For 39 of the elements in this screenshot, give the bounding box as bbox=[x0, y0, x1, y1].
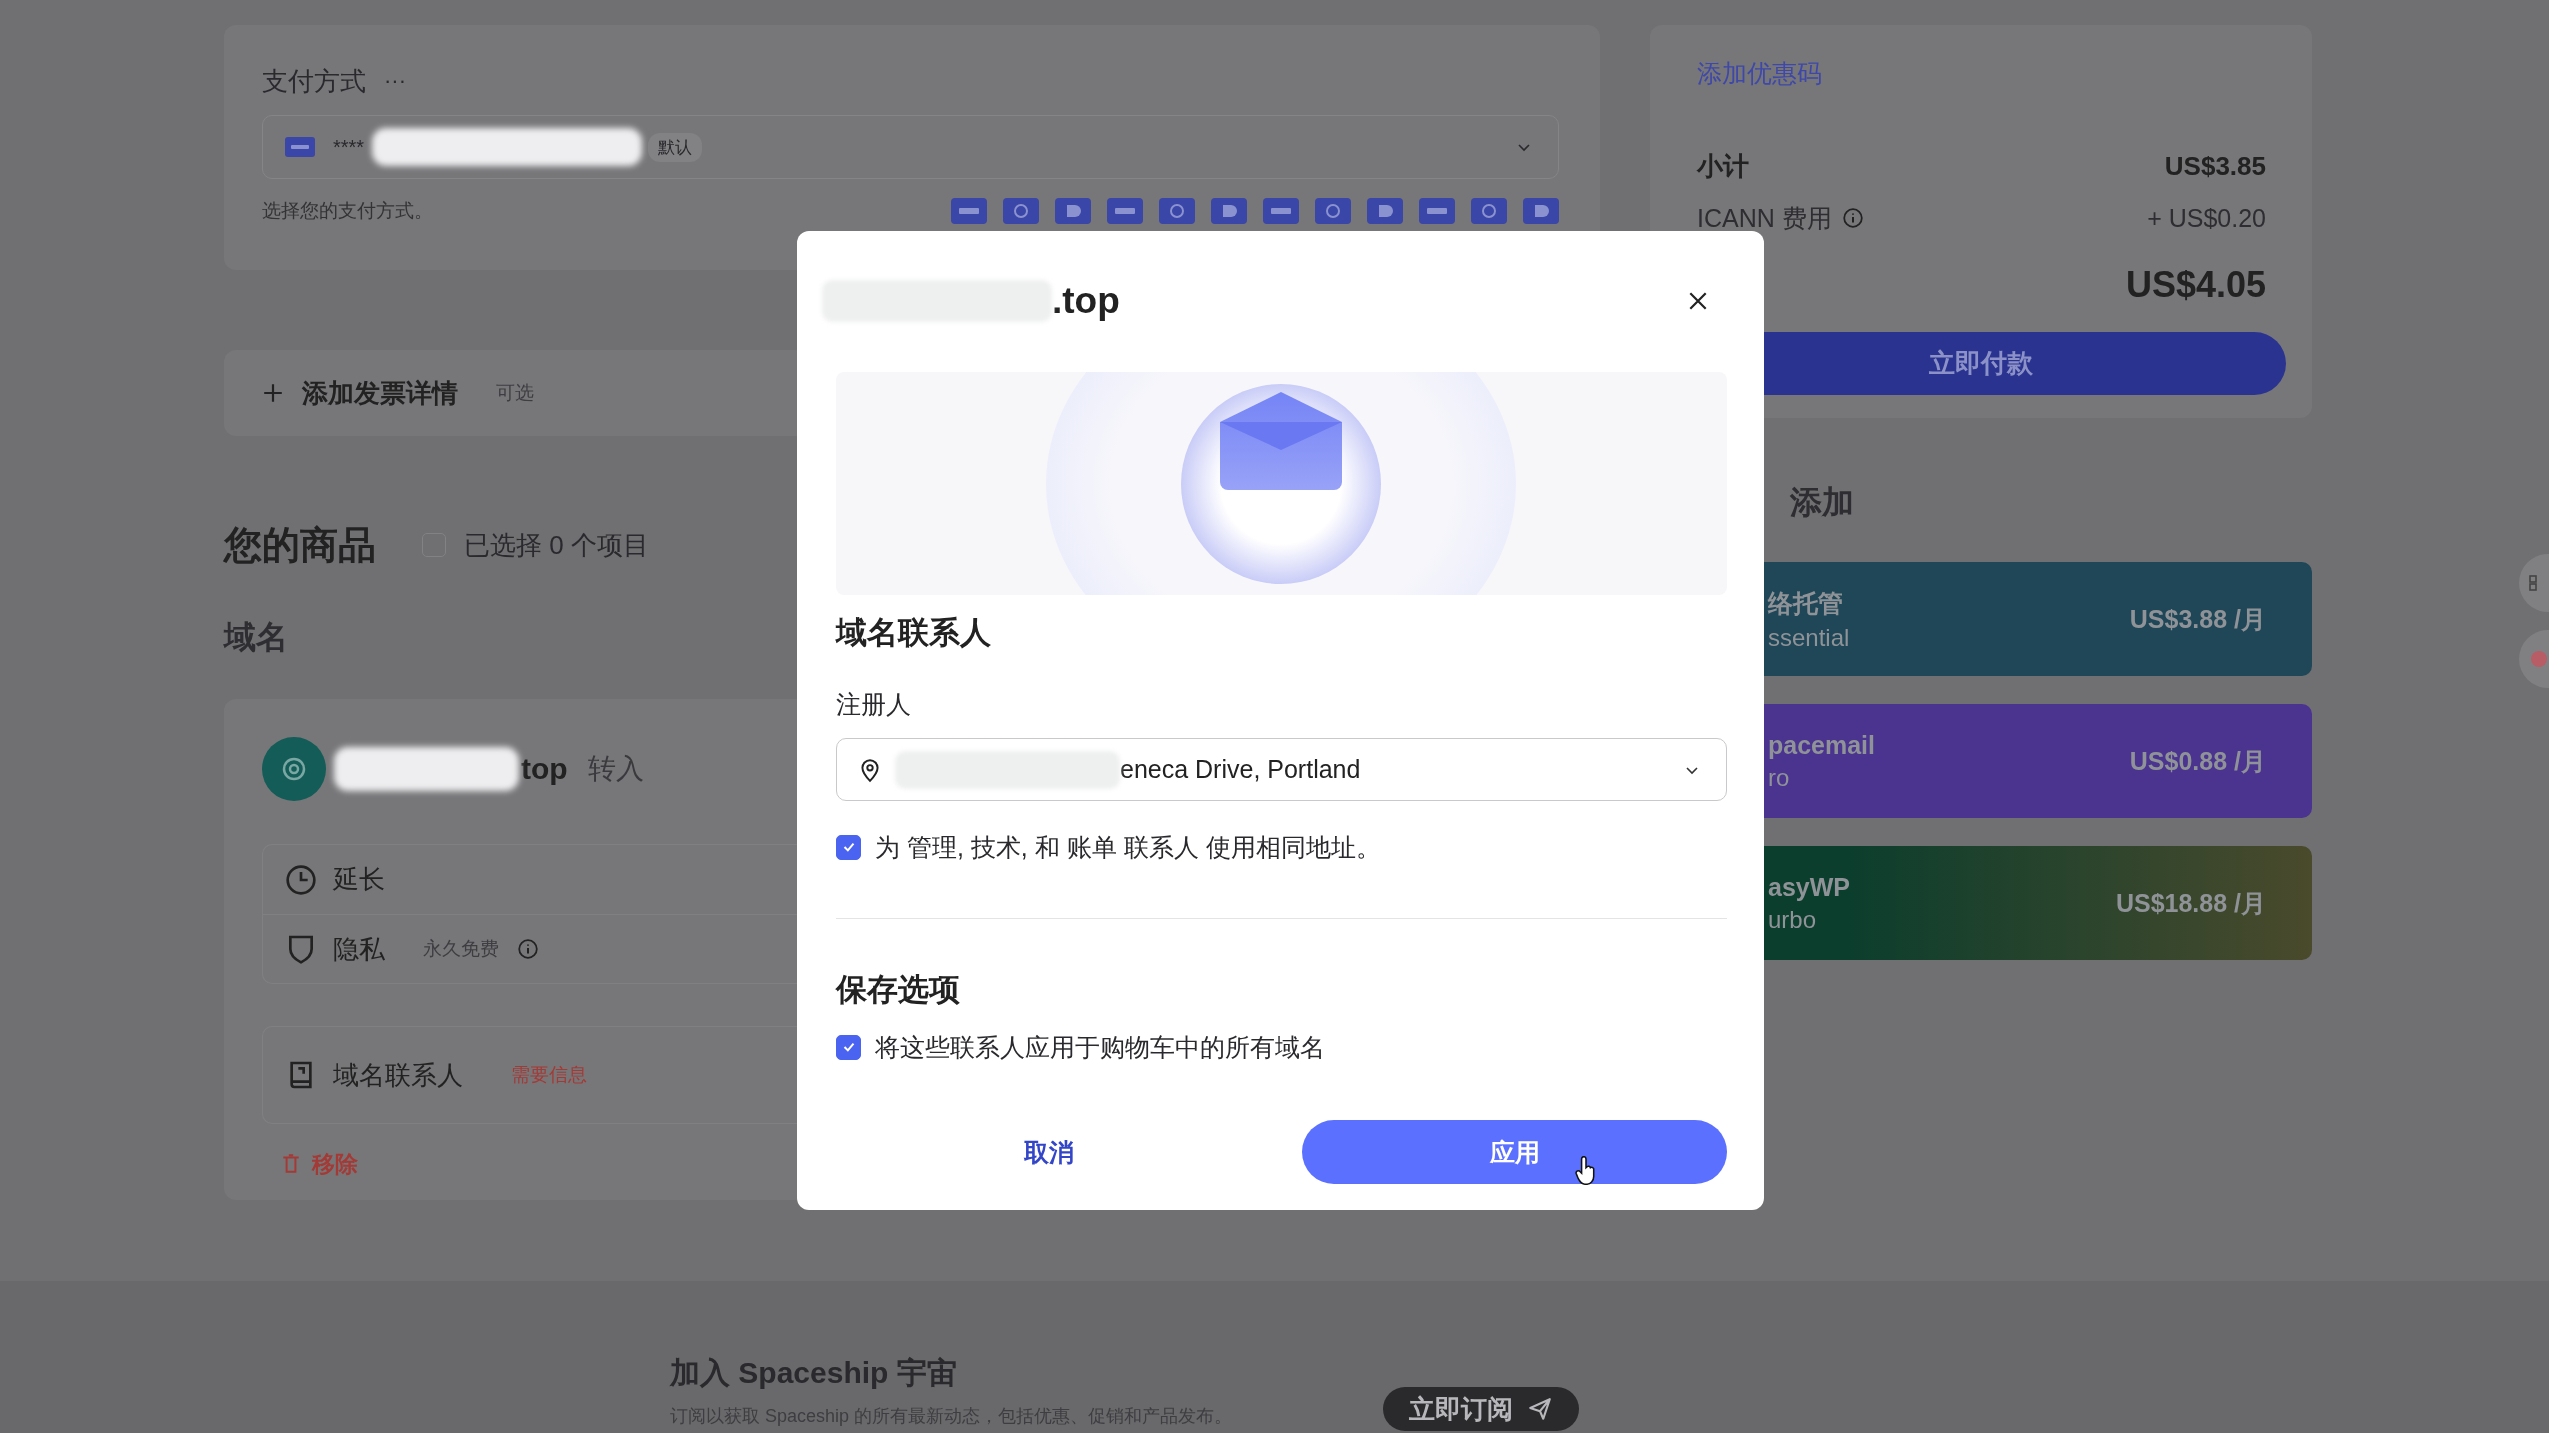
option-label: 域名联系人 bbox=[333, 1058, 463, 1092]
domain-status: 转入 bbox=[587, 752, 644, 786]
default-badge: 默认 bbox=[648, 132, 703, 162]
invoice-label: 添加发票详情 bbox=[302, 376, 458, 410]
addon-name: 络托管 bbox=[1768, 587, 1844, 619]
checkbox-label: 为 管理, 技术, 和 账单 联系人 使用相同地址。 bbox=[875, 831, 1381, 863]
footer-title: 加入 Spaceship 宇宙 bbox=[670, 1355, 958, 1391]
addon-price: US$3.88 /月 bbox=[2129, 603, 2266, 635]
domain-name: top bbox=[521, 752, 568, 786]
selection-count: 已选择 0 个项目 bbox=[464, 528, 649, 562]
address-value: eneca Drive, Portland bbox=[1120, 755, 1361, 784]
dialog-title: .top bbox=[1052, 280, 1120, 322]
card-number: **** bbox=[333, 135, 365, 159]
helper-text: 选择您的支付方式。 bbox=[262, 199, 433, 223]
subtotal-label: 小计 bbox=[1697, 149, 1749, 183]
addon-plan: urbo bbox=[1768, 905, 1818, 934]
addon-name: asyWP bbox=[1768, 872, 1850, 902]
optional-hint: 可选 bbox=[496, 381, 534, 405]
addon-plan: ro bbox=[1768, 763, 1791, 792]
save-options-heading: 保存选项 bbox=[836, 971, 961, 1009]
addon-price: US$0.88 /月 bbox=[2129, 745, 2266, 777]
option-label: 延长 bbox=[333, 863, 385, 896]
field-label: 注册人 bbox=[836, 689, 912, 720]
fee-label: ICANN 费用 bbox=[1697, 202, 1832, 234]
total-value: US$4.05 bbox=[2125, 264, 2266, 306]
section-title: 支付方式 bbox=[262, 64, 366, 98]
option-note: 永久免费 bbox=[423, 937, 499, 961]
fee-value: + US$0.20 bbox=[2147, 203, 2266, 233]
option-label: 隐私 bbox=[333, 932, 385, 966]
addon-name: pacemail bbox=[1768, 730, 1875, 760]
dialog-heading: 域名联系人 bbox=[836, 614, 992, 652]
subtotal-value: US$3.85 bbox=[2164, 150, 2266, 182]
addon-price: US$18.88 /月 bbox=[2115, 887, 2266, 919]
addon-plan: ssential bbox=[1768, 623, 1850, 652]
checkbox-label: 将这些联系人应用于购物车中的所有域名 bbox=[875, 1031, 1325, 1063]
products-title: 您的商品 bbox=[224, 522, 376, 568]
category-title: 域名 bbox=[224, 618, 288, 657]
warning-text: 需要信息 bbox=[511, 1063, 587, 1087]
addons-title: 添加 bbox=[1789, 483, 1855, 522]
